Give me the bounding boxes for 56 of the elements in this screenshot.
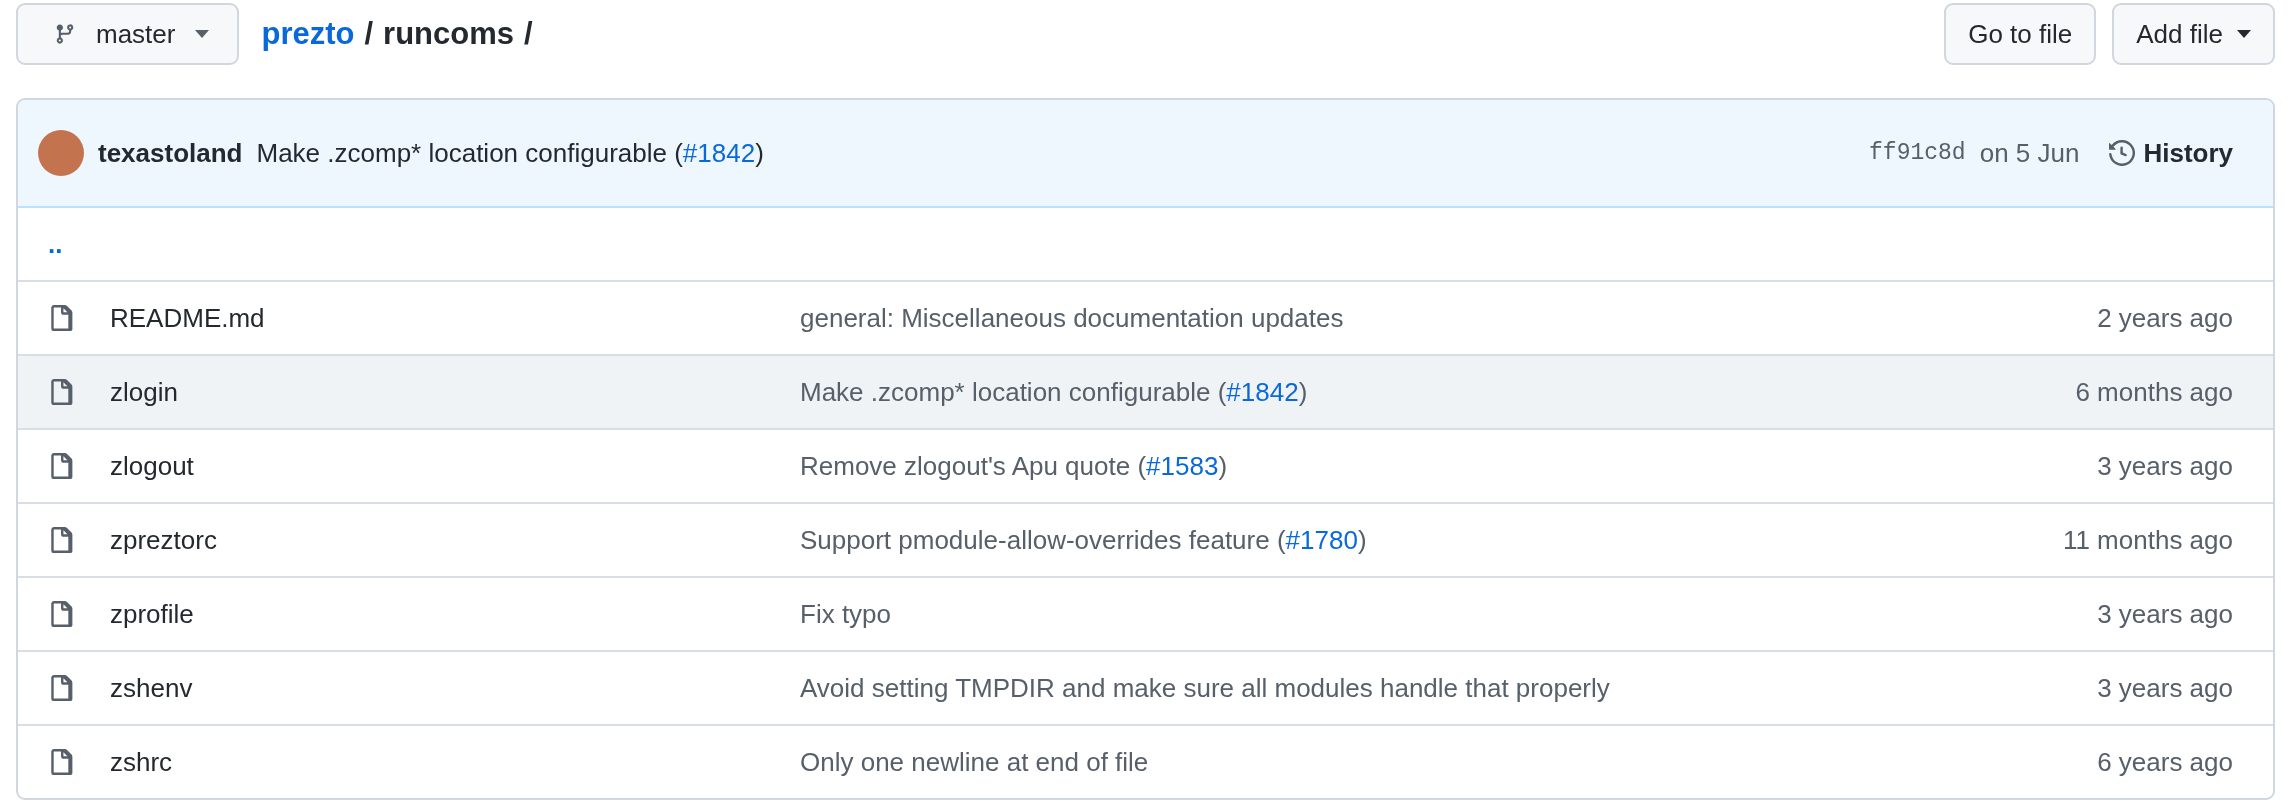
commit-age: 3 years ago [2097,598,2233,630]
avatar [38,130,84,176]
history-icon [2109,140,2136,166]
commit-message: Fix typo [800,598,893,630]
breadcrumb-text: / [364,16,374,52]
go-to-file-button[interactable]: Go to file [1944,3,2097,65]
commit-message: Only one newline at end of file [800,746,1150,778]
repo-link[interactable]: prezto [261,16,355,52]
issue-link[interactable]: #1842 [1226,376,1299,407]
file-icon [48,453,74,479]
file-name[interactable]: zlogin [110,376,800,408]
commit-message: Avoid setting TMPDIR and make sure all modules handle that properly [800,672,1611,704]
file-name[interactable]: zpreztorc [110,524,800,556]
commit-age: 11 months ago [2062,524,2233,556]
file-row[interactable]: zshrc Only one newline at end of file 6 years ago [18,724,2273,798]
commit-age: 6 months ago [2075,376,2233,408]
parent-directory-link[interactable]: .. [48,228,63,260]
commit-author[interactable]: texastoland [98,137,243,169]
file-row[interactable]: zshenv Avoid setting TMPDIR and make sure all modules handle that properly 3 years ago [18,650,2273,724]
file-name[interactable]: zprofile [110,598,800,630]
commit-age: 6 years ago [2097,746,2233,778]
caret-icon [195,30,210,38]
file-name[interactable]: zshrc [110,746,800,778]
file-row[interactable]: zpreztorc Support pmodule-allow-overrides feature (#1780) 11 months ago [18,502,2273,576]
file-row[interactable]: zlogout Remove zlogout's Apu quote (#1583) 3 years ago [18,428,2273,502]
file-name[interactable]: zshenv [110,672,800,704]
commit-message: Support pmodule-allow-overrides feature (#1780) [800,524,1368,556]
commit-message: Remove zlogout's Apu quote (#1583) [800,450,1229,482]
file-icon [48,379,74,405]
issue-link[interactable]: #1583 [1146,450,1219,481]
commit-date: on 5 Jun [1979,137,2080,169]
file-icon [48,749,74,775]
file-name[interactable]: zlogout [110,450,800,482]
commit-age: 2 years ago [2097,302,2233,334]
caret-icon [2237,30,2251,38]
add-file-button[interactable]: Add file [2112,3,2275,65]
file-row[interactable]: zlogin Make .zcomp* location configurable (#1842) 6 months ago [18,354,2273,428]
file-row[interactable]: zprofile Fix typo 3 years ago [18,576,2273,650]
commit-age: 3 years ago [2097,672,2233,704]
branch-icon [54,23,76,45]
commit-message: Make .zcomp* location configurable (#1842) [800,376,1309,408]
file-icon [48,675,74,701]
issue-link[interactable]: #1780 [1285,524,1358,555]
commit-message: general: Miscellaneous documentation updates [800,302,1345,334]
history-link[interactable]: History [2109,137,2233,169]
commit-age: 3 years ago [2097,450,2233,482]
branch-select-button[interactable]: master [16,3,240,65]
file-icon [48,601,74,627]
file-icon [48,305,74,331]
file-icon [48,527,74,553]
commit-sha[interactable]: ff91c8d [1869,140,1966,166]
issue-link[interactable]: #1842 [682,137,756,168]
breadcrumb-text: runcoms [383,16,514,52]
file-name[interactable]: README.md [110,302,800,334]
breadcrumb-text: / [524,16,533,52]
commit-message: Make .zcomp* location configurable (#1842) [256,137,764,169]
